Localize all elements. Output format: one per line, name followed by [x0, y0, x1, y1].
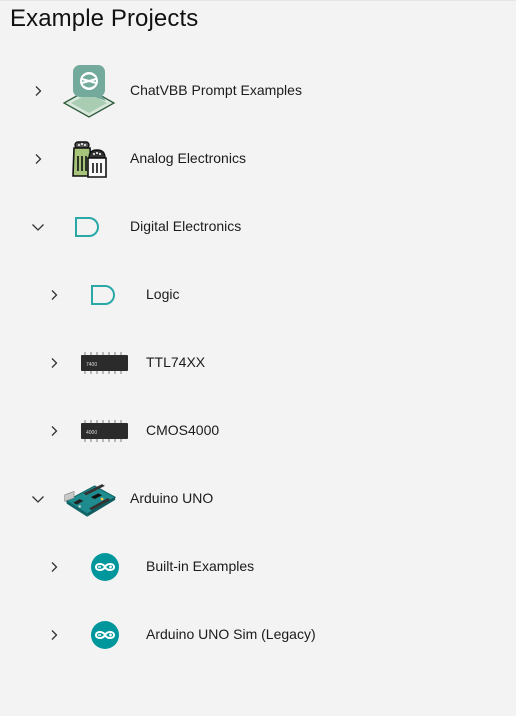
chevron-right-icon[interactable] — [30, 151, 46, 167]
tree-item-logic[interactable]: Logic — [0, 261, 516, 329]
chevron-right-icon[interactable] — [30, 83, 46, 99]
ic-chip-icon: 7400 — [77, 335, 133, 391]
tree-item-label: Logic — [146, 286, 180, 302]
arduino-logo-icon — [77, 539, 133, 595]
tree-item-label: CMOS4000 — [146, 422, 220, 438]
chevron-right-icon[interactable] — [46, 559, 62, 575]
tree-item-label: Arduino UNO — [130, 490, 214, 506]
tree-item-label: ChatVBB Prompt Examples — [130, 82, 302, 98]
chevron-right-icon[interactable] — [46, 423, 62, 439]
tree-item-label: Arduino UNO Sim (Legacy) — [146, 626, 316, 642]
chevron-right-icon[interactable] — [46, 287, 62, 303]
tree-item-digital-electronics[interactable]: Digital Electronics — [0, 193, 516, 261]
arduino-board-icon — [61, 471, 117, 527]
chevron-right-icon[interactable] — [46, 627, 62, 643]
tree-item-cmos4000[interactable]: 4000 CMOS4000 — [0, 397, 516, 465]
tree-item-built-in-examples[interactable]: Built-in Examples — [0, 533, 516, 601]
salt-pepper-shakers-icon — [61, 131, 117, 187]
example-projects-panel: Example Projects ChatVBB Prompt Examples… — [0, 0, 516, 716]
tree-item-arduino-uno[interactable]: Arduino UNO — [0, 465, 516, 533]
chip-marking: 4000 — [86, 430, 97, 436]
tree-item-label: Built-in Examples — [146, 558, 255, 574]
tree-item-label: Analog Electronics — [130, 150, 246, 166]
tree-item-label: TTL74XX — [146, 354, 206, 370]
page-title: Example Projects — [10, 5, 199, 32]
tree-item-analog-electronics[interactable]: Analog Electronics — [0, 125, 516, 193]
arduino-logo-icon — [77, 607, 133, 663]
chatgpt-logo-icon — [61, 63, 117, 119]
tree-item-arduino-uno-sim-legacy[interactable]: Arduino UNO Sim (Legacy) — [0, 601, 516, 669]
tree-item-label: Digital Electronics — [130, 218, 242, 234]
and-gate-icon — [61, 199, 117, 255]
and-gate-icon — [77, 267, 133, 323]
chevron-down-icon[interactable] — [30, 491, 46, 507]
ic-chip-icon: 4000 — [77, 403, 133, 459]
chip-marking: 7400 — [86, 362, 97, 368]
tree-item-ttl74xx[interactable]: 7400 TTL74XX — [0, 329, 516, 397]
chevron-right-icon[interactable] — [46, 355, 62, 371]
chevron-down-icon[interactable] — [30, 219, 46, 235]
tree-item-chatvbb[interactable]: ChatVBB Prompt Examples — [0, 57, 516, 125]
